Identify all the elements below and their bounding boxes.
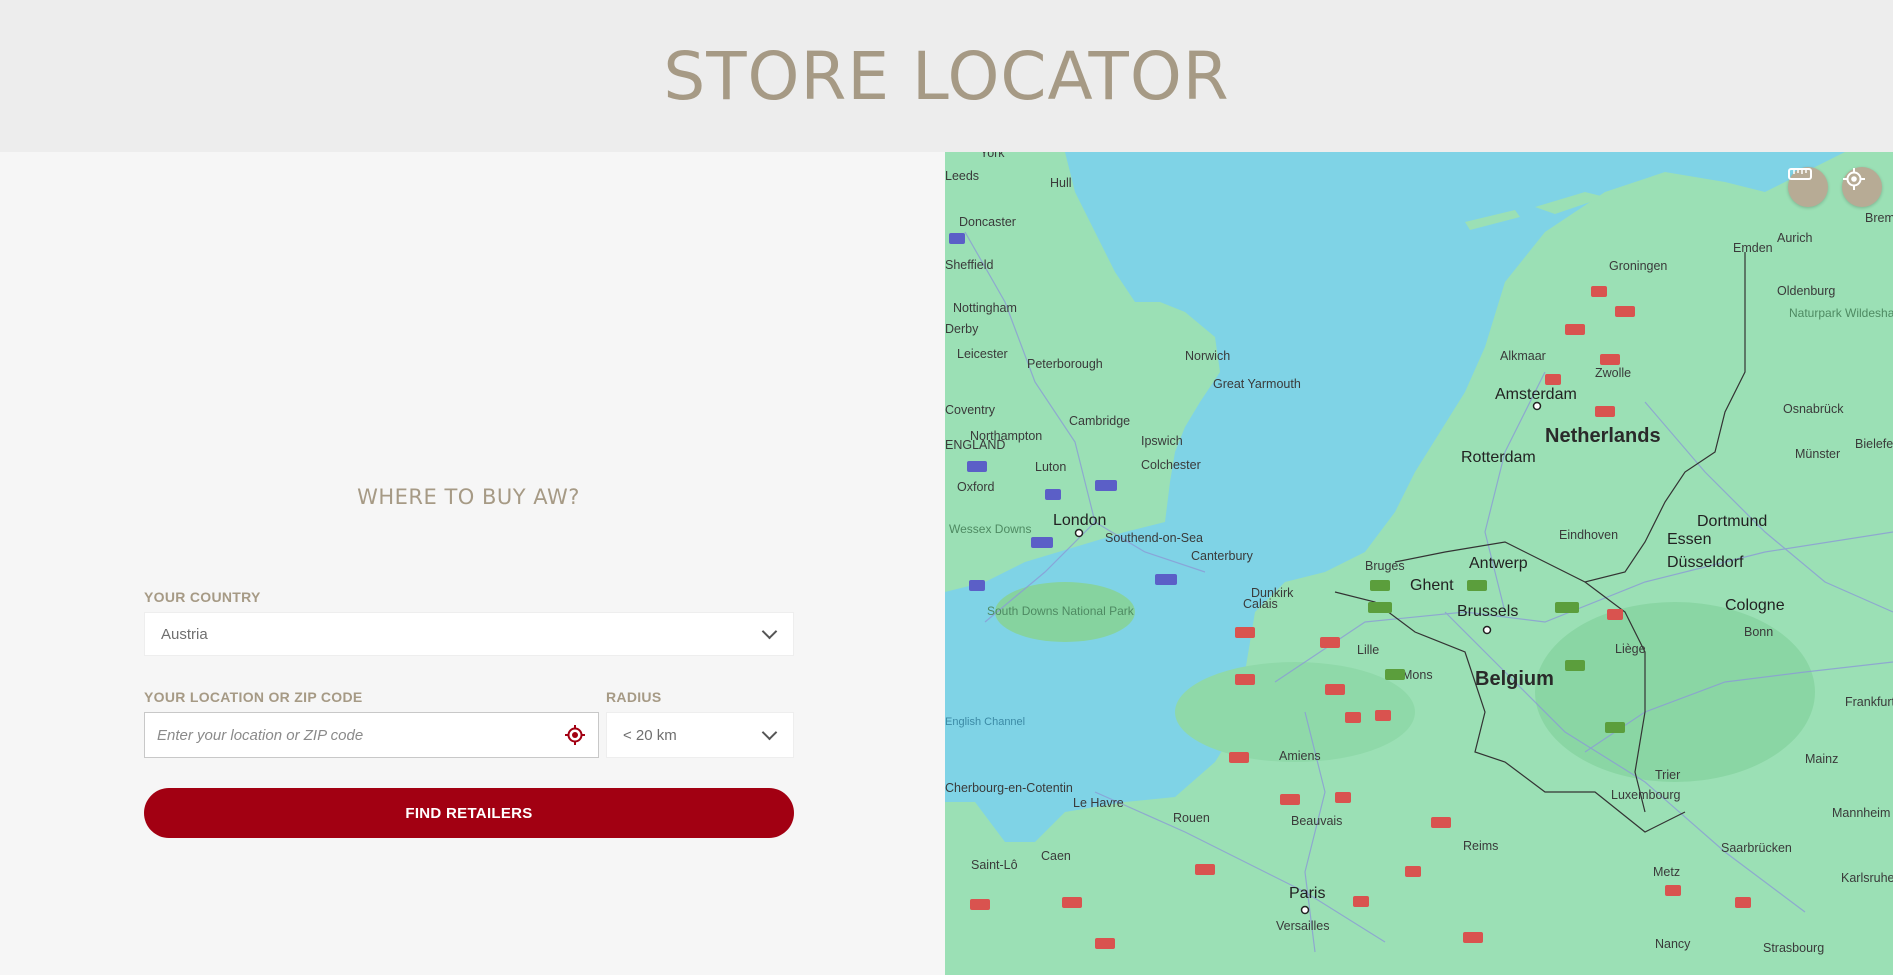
svg-text:Colchester: Colchester: [1141, 458, 1201, 472]
form-heading: WHERE TO BUY AW?: [357, 485, 580, 509]
svg-text:Karlsruhe: Karlsruhe: [1841, 871, 1893, 885]
svg-text:Oldenburg: Oldenburg: [1777, 284, 1835, 298]
svg-text:Eindhoven: Eindhoven: [1559, 528, 1618, 542]
svg-text:Sheffield: Sheffield: [945, 258, 993, 272]
radius-select-value: < 20 km: [623, 726, 677, 744]
svg-text:Reims: Reims: [1463, 839, 1498, 853]
svg-text:Münster: Münster: [1795, 447, 1840, 461]
map-park-label: Naturpark Wildeshauser Geest: [1789, 306, 1893, 320]
radius-select[interactable]: < 20 km: [606, 712, 794, 758]
map-park-label: South Downs National Park: [987, 604, 1135, 618]
map-city-rotterdam: Rotterdam: [1461, 449, 1536, 466]
svg-text:Saarbrücken: Saarbrücken: [1721, 841, 1792, 855]
measure-distance-button[interactable]: [1788, 167, 1828, 207]
svg-text:Mainz: Mainz: [1805, 752, 1838, 766]
map-city-dusseldorf: Düsseldorf: [1667, 554, 1744, 571]
map-city-amsterdam: Amsterdam: [1495, 386, 1577, 403]
svg-text:Zwolle: Zwolle: [1595, 366, 1631, 380]
map-park-label: Wessex Downs: [949, 522, 1031, 536]
svg-text:Alkmaar: Alkmaar: [1500, 349, 1546, 363]
svg-text:Bremerhaven: Bremerhaven: [1865, 211, 1893, 225]
my-location-button[interactable]: [1842, 167, 1882, 207]
map-city-paris: Paris: [1289, 885, 1325, 902]
svg-text:Bielefeld: Bielefeld: [1855, 437, 1893, 451]
map-region-label: ENGLAND: [945, 438, 1005, 452]
svg-text:Oxford: Oxford: [957, 480, 995, 494]
svg-text:Beauvais: Beauvais: [1291, 814, 1342, 828]
svg-text:Calais: Calais: [1243, 597, 1278, 611]
page-title: STORE LOCATOR: [663, 37, 1230, 115]
find-retailers-button[interactable]: FIND RETAILERS: [144, 788, 794, 838]
svg-text:York: York: [980, 152, 1005, 160]
svg-text:Canterbury: Canterbury: [1191, 549, 1254, 563]
svg-text:Cherbourg-en-Cotentin: Cherbourg-en-Cotentin: [945, 781, 1073, 795]
svg-text:Caen: Caen: [1041, 849, 1071, 863]
search-panel: WHERE TO BUY AW? YOUR COUNTRY Austria YO…: [0, 152, 945, 975]
svg-text:Nottingham: Nottingham: [953, 301, 1017, 315]
svg-text:Aurich: Aurich: [1777, 231, 1812, 245]
map-water-label: English Channel: [945, 716, 1025, 728]
map-label-netherlands: Netherlands: [1545, 425, 1661, 447]
svg-text:Hull: Hull: [1050, 176, 1072, 190]
svg-text:Doncaster: Doncaster: [959, 215, 1016, 229]
svg-text:Peterborough: Peterborough: [1027, 357, 1103, 371]
svg-text:Amiens: Amiens: [1279, 749, 1321, 763]
map-city-london: London: [1053, 512, 1106, 529]
svg-text:Mannheim: Mannheim: [1832, 806, 1890, 820]
svg-text:Trier: Trier: [1655, 768, 1680, 782]
map-city-antwerp: Antwerp: [1469, 555, 1528, 572]
map-city-cologne: Cologne: [1725, 597, 1785, 614]
svg-text:Bruges: Bruges: [1365, 559, 1405, 573]
map-canvas[interactable]: Netherlands Belgium London Amsterdam Rot…: [945, 152, 1893, 975]
svg-text:Emden: Emden: [1733, 241, 1773, 255]
svg-text:Groningen: Groningen: [1609, 259, 1667, 273]
page-header: STORE LOCATOR: [0, 0, 1893, 152]
svg-text:Coventry: Coventry: [945, 403, 996, 417]
svg-text:Ipswich: Ipswich: [1141, 434, 1183, 448]
svg-text:Cambridge: Cambridge: [1069, 414, 1130, 428]
geolocate-icon[interactable]: [564, 724, 586, 746]
svg-text:Norwich: Norwich: [1185, 349, 1230, 363]
svg-text:Saint-Lô: Saint-Lô: [971, 858, 1018, 872]
country-label: YOUR COUNTRY: [144, 589, 261, 605]
location-label: YOUR LOCATION OR ZIP CODE: [144, 689, 363, 705]
svg-text:Metz: Metz: [1653, 865, 1680, 879]
svg-text:Derby: Derby: [945, 322, 979, 336]
map-city-ghent: Ghent: [1410, 577, 1454, 594]
svg-text:Bonn: Bonn: [1744, 625, 1773, 639]
svg-text:Nancy: Nancy: [1655, 937, 1691, 951]
svg-text:Frankfurt am Main: Frankfurt am Main: [1845, 695, 1893, 709]
map-city-brussels: Brussels: [1457, 603, 1518, 620]
svg-text:Strasbourg: Strasbourg: [1763, 941, 1824, 955]
chevron-down-icon: [761, 623, 778, 640]
svg-text:Southend-on-Sea: Southend-on-Sea: [1105, 531, 1203, 545]
svg-text:Liège: Liège: [1615, 642, 1646, 656]
map-city-luxembourg: Luxembourg: [1611, 788, 1681, 802]
svg-text:Mons: Mons: [1402, 668, 1433, 682]
svg-text:Versailles: Versailles: [1276, 919, 1330, 933]
svg-text:Leicester: Leicester: [957, 347, 1008, 361]
country-select[interactable]: Austria: [144, 612, 794, 656]
map-city-dortmund: Dortmund: [1697, 513, 1767, 530]
radius-label: RADIUS: [606, 689, 662, 705]
map[interactable]: Netherlands Belgium London Amsterdam Rot…: [945, 152, 1893, 975]
crosshair-icon: [1843, 168, 1865, 190]
location-input[interactable]: [145, 725, 564, 745]
chevron-down-icon: [761, 724, 778, 741]
svg-text:Leeds: Leeds: [945, 169, 979, 183]
svg-text:Osnabrück: Osnabrück: [1783, 402, 1844, 416]
svg-text:Le Havre: Le Havre: [1073, 796, 1124, 810]
svg-text:Lille: Lille: [1357, 643, 1379, 657]
ruler-icon: [1788, 168, 1812, 180]
svg-text:Great Yarmouth: Great Yarmouth: [1213, 377, 1301, 391]
location-field[interactable]: [144, 712, 599, 758]
map-city-essen: Essen: [1667, 531, 1711, 548]
country-select-value: Austria: [161, 625, 208, 643]
map-label-belgium: Belgium: [1475, 668, 1554, 690]
svg-text:Luton: Luton: [1035, 460, 1066, 474]
svg-text:Rouen: Rouen: [1173, 811, 1210, 825]
